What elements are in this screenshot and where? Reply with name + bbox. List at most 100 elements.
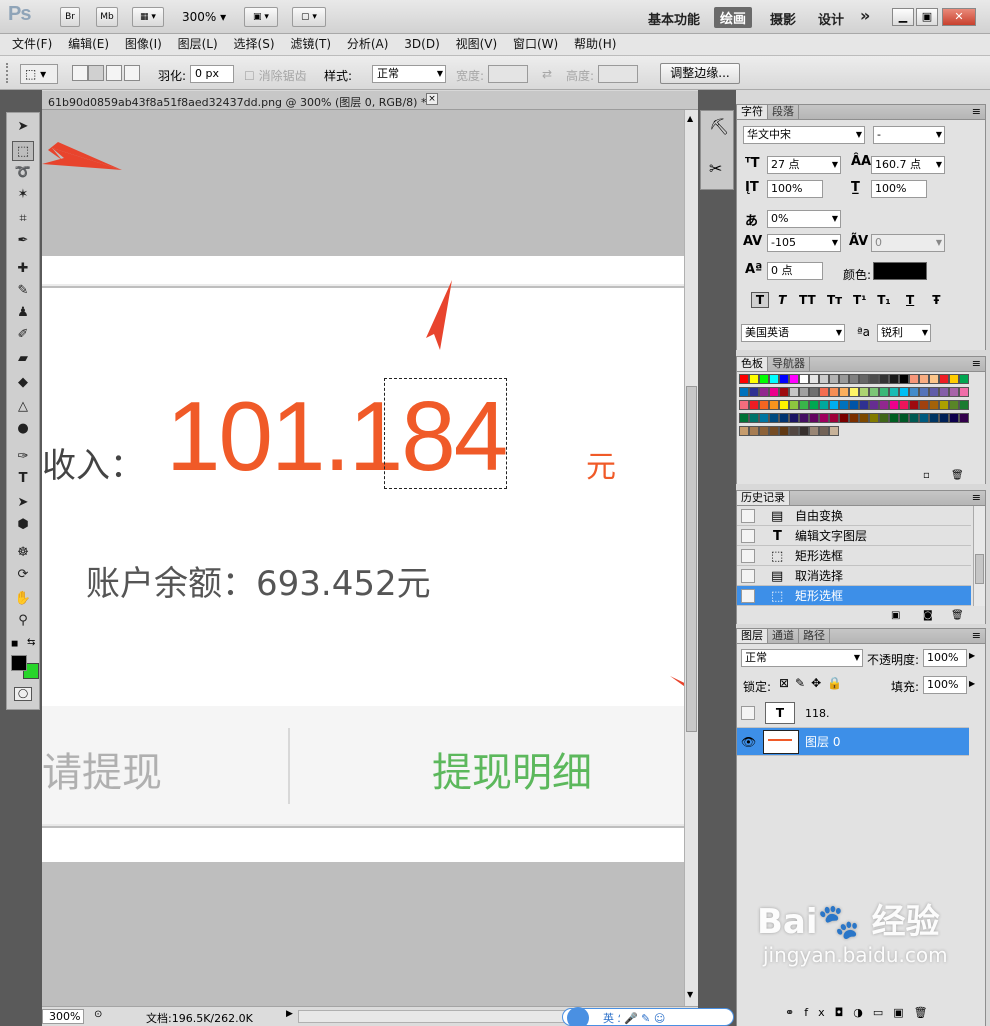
font-style-select[interactable]: - <box>873 126 945 144</box>
color-swatch[interactable] <box>749 400 759 410</box>
color-swatch[interactable] <box>879 400 889 410</box>
color-swatch[interactable] <box>779 400 789 410</box>
color-swatch[interactable] <box>849 400 859 410</box>
color-swatch[interactable] <box>769 426 779 436</box>
color-swatch[interactable] <box>799 374 809 384</box>
color-swatch[interactable] <box>949 400 959 410</box>
color-swatch[interactable] <box>819 374 829 384</box>
color-swatch[interactable] <box>879 374 889 384</box>
color-swatch[interactable] <box>839 387 849 397</box>
tab-history[interactable]: 历史记录 <box>737 491 790 505</box>
color-swatch[interactable] <box>759 387 769 397</box>
faux-bold-button[interactable]: T <box>751 292 769 308</box>
color-swatch[interactable] <box>829 400 839 410</box>
lock-icons[interactable]: ⊠✎✥🔒 <box>779 676 848 690</box>
layer-bottom-icons[interactable]: ⚭fx◘◑▭▣🗑 <box>785 1006 938 1019</box>
tsume-select[interactable]: 0% <box>767 210 841 228</box>
color-swatch[interactable] <box>939 400 949 410</box>
color-swatch[interactable] <box>939 413 949 423</box>
color-swatch[interactable] <box>949 387 959 397</box>
ime-toolbar[interactable]: 英 ⸵ 🎤 ✎ ☺ <box>562 1007 734 1026</box>
color-swatch[interactable] <box>769 400 779 410</box>
color-swatch[interactable] <box>779 387 789 397</box>
history-item[interactable]: ⬚ 矩形选框 <box>737 546 971 566</box>
tracking-select[interactable]: -105 <box>767 234 841 252</box>
color-swatch[interactable] <box>919 374 929 384</box>
eye-icon[interactable]: 👁 <box>741 732 756 752</box>
color-swatch[interactable] <box>749 374 759 384</box>
color-swatch[interactable] <box>809 374 819 384</box>
tab-swatches[interactable]: 色板 <box>737 357 768 371</box>
color-swatch[interactable] <box>889 387 899 397</box>
color-swatch[interactable] <box>839 413 849 423</box>
color-swatch[interactable] <box>959 387 969 397</box>
color-swatch[interactable] <box>749 387 759 397</box>
color-swatch[interactable] <box>849 413 859 423</box>
color-swatch[interactable] <box>929 374 939 384</box>
color-swatch[interactable] <box>959 400 969 410</box>
scroll-down-icon[interactable]: ▼ <box>687 990 693 999</box>
color-swatch[interactable] <box>809 426 819 436</box>
color-swatch[interactable] <box>939 374 949 384</box>
color-swatch[interactable] <box>819 426 829 436</box>
color-swatch[interactable] <box>809 400 819 410</box>
color-swatch[interactable] <box>889 400 899 410</box>
faux-italic-button[interactable]: T <box>773 293 791 307</box>
scroll-up-icon[interactable]: ▲ <box>687 114 693 123</box>
color-swatch[interactable] <box>769 374 779 384</box>
color-swatch[interactable] <box>739 426 749 436</box>
ime-icons[interactable]: 英 ⸵ 🎤 ✎ ☺ <box>603 1010 665 1026</box>
leading-select[interactable]: 160.7 点 <box>871 156 945 174</box>
layer-row-image[interactable]: 👁 图层 0 <box>737 728 969 756</box>
color-swatch[interactable] <box>929 413 939 423</box>
subscript-button[interactable]: T₁ <box>874 293 894 307</box>
color-swatch[interactable] <box>829 413 839 423</box>
color-swatch[interactable] <box>739 374 749 384</box>
superscript-button[interactable]: T¹ <box>850 293 870 307</box>
layer-name[interactable]: 118. <box>805 704 830 724</box>
history-checkbox[interactable] <box>741 509 755 523</box>
delete-swatch-icon[interactable]: 🗑 <box>951 470 964 481</box>
color-swatch[interactable] <box>789 387 799 397</box>
layer-visibility-toggle[interactable] <box>741 706 755 720</box>
color-swatch[interactable] <box>859 400 869 410</box>
color-swatch[interactable] <box>869 413 879 423</box>
color-swatch[interactable] <box>739 400 749 410</box>
vertical-scale-input[interactable]: 100% <box>767 180 823 198</box>
color-swatch[interactable] <box>809 387 819 397</box>
color-swatch[interactable] <box>949 413 959 423</box>
color-swatch[interactable] <box>909 387 919 397</box>
swatches-menu-icon[interactable]: ≡ <box>972 357 981 370</box>
color-swatch[interactable] <box>859 374 869 384</box>
color-swatch[interactable] <box>919 387 929 397</box>
color-swatch[interactable] <box>789 374 799 384</box>
tab-character[interactable]: 字符 <box>737 105 768 119</box>
color-swatch[interactable] <box>859 413 869 423</box>
color-swatch[interactable] <box>939 387 949 397</box>
color-swatch[interactable] <box>749 426 759 436</box>
history-checkbox[interactable] <box>741 589 755 603</box>
color-swatch[interactable] <box>899 387 909 397</box>
color-swatch[interactable] <box>789 413 799 423</box>
history-scroll-thumb[interactable] <box>975 554 984 584</box>
color-swatch[interactable] <box>889 374 899 384</box>
tool-presets-icon[interactable]: ⛏ <box>709 117 729 136</box>
color-swatch[interactable] <box>909 413 919 423</box>
swatch-grid[interactable] <box>739 374 969 458</box>
history-checkbox[interactable] <box>741 549 755 563</box>
tab-channels[interactable]: 通道 <box>768 629 799 643</box>
color-swatch[interactable] <box>839 374 849 384</box>
color-swatch[interactable] <box>899 413 909 423</box>
color-swatch[interactable] <box>899 374 909 384</box>
color-swatch[interactable] <box>909 374 919 384</box>
color-swatch[interactable] <box>779 413 789 423</box>
color-swatch[interactable] <box>739 413 749 423</box>
layer-row-text[interactable]: T 118. <box>737 700 969 728</box>
color-swatch[interactable] <box>759 400 769 410</box>
color-swatch[interactable] <box>889 413 899 423</box>
color-swatch[interactable] <box>829 387 839 397</box>
color-swatch[interactable] <box>849 374 859 384</box>
color-swatch[interactable] <box>799 413 809 423</box>
color-swatch[interactable] <box>959 413 969 423</box>
color-swatch[interactable] <box>779 426 789 436</box>
